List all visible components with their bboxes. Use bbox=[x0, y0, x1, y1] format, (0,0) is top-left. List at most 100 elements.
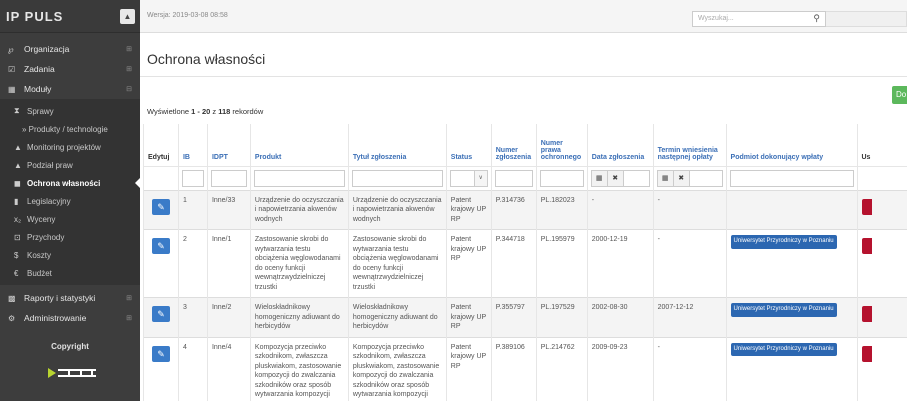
clear-icon[interactable]: ✖ bbox=[607, 170, 624, 186]
cell-ib: 1 bbox=[177, 189, 208, 230]
payer-button[interactable]: Uniwersytet Przyrodniczy w Poznaniu bbox=[730, 303, 837, 317]
filter-status-select[interactable]: ∨ bbox=[449, 169, 488, 187]
sidebar-item-label: Wyceny bbox=[27, 214, 56, 224]
payer-button[interactable]: Uniwersytet Przyrodniczy w Poznaniu bbox=[730, 235, 837, 249]
filter-cell bbox=[143, 165, 179, 190]
col-header-right-no[interactable]: Numer prawa ochronnego bbox=[535, 124, 588, 166]
delete-button[interactable] bbox=[861, 198, 872, 215]
euro-icon: € bbox=[14, 268, 19, 278]
col-header-next-fee[interactable]: Termin wniesienia następnej opłaty bbox=[652, 124, 727, 166]
filter-right-no-input[interactable] bbox=[539, 169, 584, 187]
cell-product: Kompozycja przeciwko szkodnikom, zwłaszc… bbox=[249, 336, 349, 401]
filter-idpt-input[interactable] bbox=[210, 169, 247, 187]
cell-app-date: - bbox=[586, 189, 654, 230]
sidebar-item-sprawy[interactable]: ⧗ Sprawy bbox=[0, 102, 140, 120]
expand-icon: ⊞ bbox=[126, 46, 132, 53]
delete-button[interactable] bbox=[861, 345, 872, 362]
edit-button[interactable]: ✎ bbox=[151, 198, 170, 215]
search-extension[interactable] bbox=[826, 11, 907, 27]
dollar-icon: $ bbox=[14, 250, 19, 260]
edit-button[interactable]: ✎ bbox=[151, 306, 170, 322]
cell-right-no: PL.182023 bbox=[535, 189, 588, 230]
cell-payer: Uniwersytet Przyrodniczy w Poznaniu bbox=[725, 229, 857, 298]
col-header-idpt[interactable]: IDPT bbox=[206, 124, 251, 166]
sidebar-item-moduly[interactable]: ▦ Moduły ⊟ bbox=[0, 79, 140, 99]
cell-app-no: P.355797 bbox=[490, 297, 537, 337]
sidebar-item-label: Podział praw bbox=[27, 160, 73, 170]
cell-ib: 2 bbox=[177, 229, 208, 298]
cell-title: Wieloskładnikowy homogeniczny adiuwant d… bbox=[347, 297, 447, 337]
logo[interactable]: IP PULS bbox=[0, 0, 140, 33]
edit-button[interactable]: ✎ bbox=[151, 345, 170, 362]
table-row: ✎ 3 Inne/2 Wieloskładnikowy homogeniczny… bbox=[143, 297, 907, 337]
sidebar-item-wyceny[interactable]: x₂ Wyceny bbox=[0, 210, 140, 228]
gear-icon: ⚙ bbox=[8, 313, 16, 323]
sidebar: IP PULS ▲ ℘ Organizacja ⊞ ☑ Zadania ⊞ ▦ … bbox=[0, 0, 140, 401]
cell-product: Wieloskładnikowy homogeniczny adiuwant d… bbox=[249, 297, 349, 337]
cell-title: Urządzenie do oczyszczania i napowietrza… bbox=[347, 189, 447, 230]
col-header-status[interactable]: Status bbox=[445, 124, 492, 166]
filter-app-no-input[interactable] bbox=[494, 169, 533, 187]
sidebar-item-legislacyjny[interactable]: ▮ Legislacyjny bbox=[0, 192, 140, 210]
edit-button[interactable]: ✎ bbox=[151, 238, 170, 254]
cell-title: Kompozycja przeciwko szkodnikom, zwłaszc… bbox=[347, 336, 447, 401]
sidebar-item-przychody[interactable]: ⊡ Przychody bbox=[0, 228, 140, 246]
cell-right-no: PL.195979 bbox=[535, 229, 588, 298]
cell-next-fee: - bbox=[652, 229, 727, 298]
col-header-app-date[interactable]: Data zgłoszenia bbox=[586, 124, 654, 166]
sidebar-item-label: Moduły bbox=[24, 84, 52, 94]
sidebar-item-label: Ochrona własności bbox=[27, 178, 101, 188]
cell-status: Patent krajowy UP RP bbox=[445, 297, 492, 337]
add-button[interactable]: Do bbox=[892, 86, 907, 104]
sidebar-item-raporty[interactable]: ▩ Raporty i statystyki ⊞ bbox=[0, 288, 140, 308]
sidebar-item-administrowanie[interactable]: ⚙ Administrowanie ⊞ bbox=[0, 308, 140, 328]
search-input[interactable]: Wyszukaj... ⚲ bbox=[692, 11, 826, 27]
filter-payer-input[interactable] bbox=[729, 169, 854, 187]
sidebar-item-podzial[interactable]: ▲ Podział praw bbox=[0, 156, 140, 174]
col-header-ib[interactable]: IB bbox=[177, 124, 208, 166]
company-logo[interactable] bbox=[48, 366, 98, 380]
sidebar-item-zadania[interactable]: ☑ Zadania ⊞ bbox=[0, 59, 140, 79]
sidebar-item-label: Raporty i statystyki bbox=[24, 293, 96, 303]
search-icon[interactable]: ⚲ bbox=[813, 13, 820, 24]
col-header-product[interactable]: Produkt bbox=[249, 124, 349, 166]
payer-button[interactable]: Uniwersytet Przyrodniczy w Poznaniu bbox=[730, 342, 837, 356]
sidebar-item-organizacja[interactable]: ℘ Organizacja ⊞ bbox=[0, 39, 140, 59]
col-header-app-no[interactable]: Numer zgłoszenia bbox=[490, 124, 537, 166]
delete-button[interactable] bbox=[861, 238, 872, 254]
cell-ib: 3 bbox=[177, 297, 208, 337]
filter-next-fee-date[interactable]: ▦ ✖ bbox=[656, 169, 723, 187]
valuation-icon: x₂ bbox=[14, 214, 22, 224]
cell-app-no: P.389106 bbox=[490, 336, 537, 401]
col-header-title[interactable]: Tytuł zgłoszenia bbox=[347, 124, 447, 166]
rights-icon: ▲ bbox=[14, 160, 22, 170]
cases-icon: ⧗ bbox=[14, 106, 20, 115]
table-row: ✎ 4 Inne/4 Kompozycja przeciwko szkodnik… bbox=[143, 336, 907, 401]
clear-icon[interactable]: ✖ bbox=[673, 170, 690, 186]
cell-app-date: 2002-08-30 bbox=[586, 297, 654, 337]
col-header-payer[interactable]: Podmiot dokonujący wpłaty bbox=[725, 124, 857, 166]
cell-next-fee: - bbox=[652, 336, 727, 401]
calendar-icon[interactable]: ▦ bbox=[657, 170, 674, 186]
cell-product: Zastosowanie skrobi do wytwarzania testu… bbox=[249, 229, 349, 298]
sidebar-item-produkty[interactable]: » Produkty / technologie bbox=[0, 120, 140, 138]
sidebar-item-budzet[interactable]: € Budżet bbox=[0, 264, 140, 282]
filter-app-date[interactable]: ▦ ✖ bbox=[590, 169, 650, 187]
filter-product-input[interactable] bbox=[253, 169, 345, 187]
cell-next-fee: 2007-12-12 bbox=[652, 297, 727, 337]
calendar-icon[interactable]: ▦ bbox=[591, 170, 608, 186]
sidebar-item-monitoring[interactable]: ▲ Monitoring projektów bbox=[0, 138, 140, 156]
sidebar-item-koszty[interactable]: $ Koszty bbox=[0, 246, 140, 264]
sidebar-item-ochrona[interactable]: ◼ Ochrona własności bbox=[0, 174, 140, 192]
copyright: Copyright bbox=[51, 342, 89, 351]
filter-ib-input[interactable] bbox=[181, 169, 204, 187]
cell-status: Patent krajowy UP RP bbox=[445, 189, 492, 230]
table-row: ✎ 1 Inne/33 Urządzenie do oczyszczania i… bbox=[143, 189, 907, 230]
delete-button[interactable] bbox=[861, 306, 872, 322]
user-button[interactable]: ▲ bbox=[120, 9, 135, 24]
sidebar-item-label: » Produkty / technologie bbox=[22, 124, 108, 134]
filter-title-input[interactable] bbox=[351, 169, 443, 187]
org-icon: ℘ bbox=[8, 44, 14, 54]
cell-product: Urządzenie do oczyszczania i napowietrza… bbox=[249, 189, 349, 230]
page-title: Ochrona własności bbox=[147, 51, 266, 67]
